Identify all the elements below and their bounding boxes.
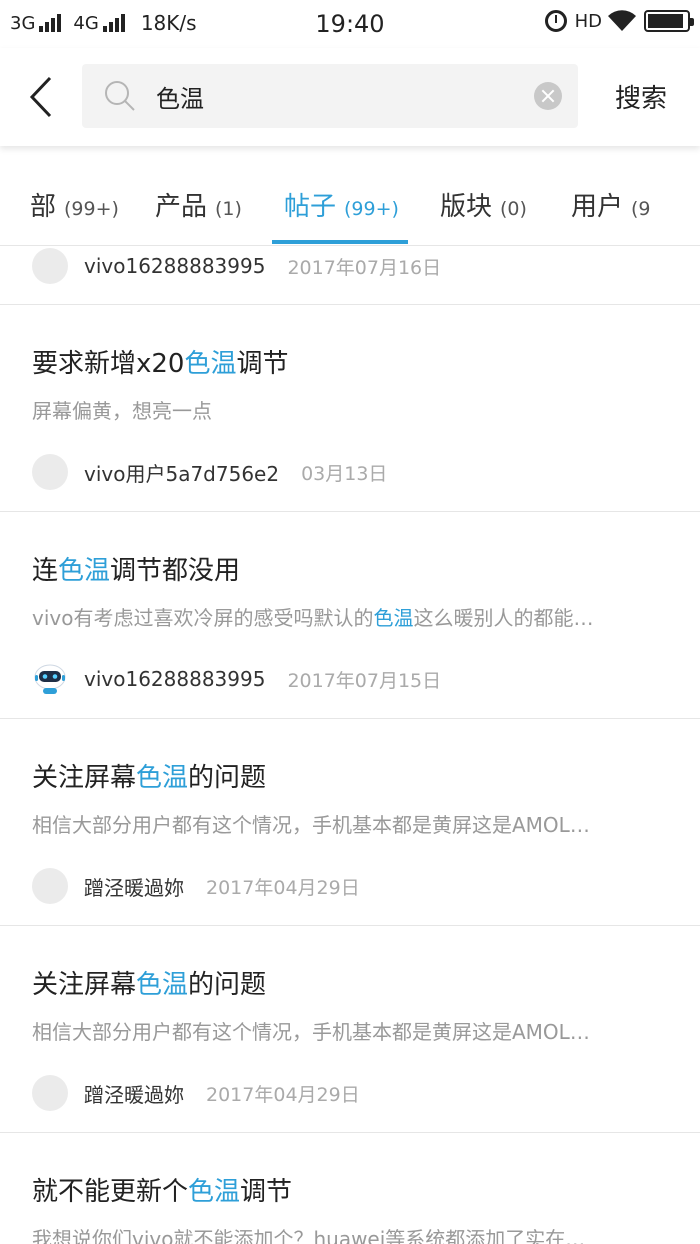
avatar[interactable]	[32, 1075, 68, 1111]
title-text: 连	[32, 556, 59, 586]
search-header: 搜索	[0, 48, 700, 146]
tab-label: 帖子	[284, 192, 337, 222]
clear-search-button[interactable]	[534, 82, 562, 110]
tab-count: (99+)	[64, 198, 119, 220]
post-title[interactable]: 要求新增x20色温调节	[32, 343, 672, 380]
title-text: 调节都没用	[110, 556, 241, 586]
post-excerpt: vivo有考虑过喜欢冷屏的感受吗默认的色温这么暖别人的都能…	[32, 602, 672, 631]
post-item[interactable]: 关注屏幕色温的问题 相信大部分用户都有这个情况，手机基本都是黄屏这是AMOL… …	[0, 719, 700, 926]
author-name[interactable]: vivo16288883995	[84, 667, 265, 691]
post-item[interactable]: 关注屏幕色温的问题 相信大部分用户都有这个情况，手机基本都是黄屏这是AMOL… …	[0, 926, 700, 1133]
avatar[interactable]	[32, 868, 68, 904]
tab-label: 产品	[155, 192, 208, 222]
title-highlight: 色温	[58, 556, 111, 586]
author-row: 蹭泾暖過妳 2017年04月29日	[32, 1074, 360, 1112]
post-date: 2017年04月29日	[206, 876, 360, 899]
battery-level	[648, 14, 683, 28]
title-text: 就不能更新个	[32, 1177, 189, 1207]
post-title[interactable]: 关注屏幕色温的问题	[32, 757, 672, 794]
excerpt-text: 这么暖别人的都能…	[413, 606, 594, 630]
back-arrow-icon	[29, 76, 52, 118]
post-item[interactable]: 就不能更新个色温调节 我想说你们vivo就不能添加个？huawei等系统都添加了…	[0, 1133, 700, 1244]
author-name[interactable]: vivo16288883995	[84, 254, 265, 278]
tab-users[interactable]: 用户 (9	[571, 186, 651, 223]
post-item[interactable]: 要求新增x20色温调节 屏幕偏黄，想亮一点 vivo用户5a7d756e2 03…	[0, 305, 700, 512]
post-list: vivo16288883995 2017年07月16日 要求新增x20色温调节 …	[0, 247, 700, 1244]
excerpt-text: 相信大部分用户都有这个情况，手机基本都是黄屏这是AMOL…	[32, 1020, 590, 1044]
author-row: vivo16288883995 2017年07月16日	[32, 247, 441, 285]
search-box[interactable]	[82, 64, 578, 128]
post-item[interactable]: 连色温调节都没用 vivo有考虑过喜欢冷屏的感受吗默认的色温这么暖别人的都能… …	[0, 512, 700, 719]
title-text: 关注屏幕	[32, 763, 137, 793]
title-text: 的问题	[188, 970, 267, 1000]
search-input[interactable]	[156, 78, 516, 114]
excerpt-text: 我想说你们vivo就不能添加个？huawei等系统都添加了实在…	[32, 1227, 586, 1244]
excerpt-highlight: 色温	[373, 606, 414, 630]
tab-label: 版块	[440, 192, 493, 222]
post-excerpt: 相信大部分用户都有这个情况，手机基本都是黄屏这是AMOL…	[32, 1016, 672, 1045]
tab-count: (0)	[500, 198, 527, 220]
status-right: HD	[544, 10, 694, 32]
avatar[interactable]	[32, 248, 68, 284]
alarm-icon	[544, 10, 567, 32]
tab-label: 部	[30, 192, 57, 222]
back-button[interactable]	[22, 72, 62, 122]
tab-count: (9	[631, 198, 651, 220]
title-text: 调节	[236, 349, 289, 379]
tab-posts[interactable]: 帖子 (99+)	[284, 186, 399, 223]
tab-all[interactable]: 部 (99+)	[30, 186, 119, 223]
title-text: 关注屏幕	[32, 970, 137, 1000]
tab-boards[interactable]: 版块 (0)	[440, 186, 527, 223]
post-excerpt: 我想说你们vivo就不能添加个？huawei等系统都添加了实在…	[32, 1223, 672, 1244]
active-tab-indicator	[272, 240, 408, 244]
post-date: 03月13日	[301, 462, 388, 485]
search-icon	[105, 81, 135, 111]
excerpt-text: 相信大部分用户都有这个情况，手机基本都是黄屏这是AMOL…	[32, 813, 590, 837]
post-excerpt: 屏幕偏黄，想亮一点	[32, 395, 672, 424]
result-tabs: 部 (99+) 产品 (1) 帖子 (99+) 版块 (0) 用户 (9	[0, 146, 700, 246]
hd-label: HD	[574, 10, 602, 32]
post-date: 2017年07月15日	[287, 669, 442, 692]
title-text: 要求新增x20	[32, 349, 185, 379]
post-title[interactable]: 关注屏幕色温的问题	[32, 964, 672, 1001]
excerpt-text: vivo有考虑过喜欢冷屏的感受吗默认的	[32, 606, 374, 630]
author-name[interactable]: vivo用户5a7d756e2	[84, 458, 279, 487]
tab-count: (99+)	[344, 198, 399, 220]
search-button[interactable]: 搜索	[600, 78, 682, 115]
post-title[interactable]: 连色温调节都没用	[32, 550, 672, 587]
tab-label: 用户	[571, 192, 624, 222]
title-highlight: 色温	[136, 763, 189, 793]
title-highlight: 色温	[136, 970, 189, 1000]
author-row: vivo用户5a7d756e2 03月13日	[32, 453, 387, 491]
author-name[interactable]: 蹭泾暖過妳	[84, 1079, 184, 1108]
wifi-icon	[608, 10, 636, 32]
status-bar: 3G 4G 18K/s 19:40 HD	[0, 0, 700, 48]
tab-products[interactable]: 产品 (1)	[155, 186, 242, 223]
robot-avatar-icon[interactable]	[32, 661, 68, 697]
post-excerpt: 相信大部分用户都有这个情况，手机基本都是黄屏这是AMOL…	[32, 809, 672, 838]
post-date: 2017年07月16日	[287, 256, 442, 279]
post-item[interactable]: vivo16288883995 2017年07月16日	[0, 247, 700, 305]
title-text: 的问题	[188, 763, 267, 793]
post-title[interactable]: 就不能更新个色温调节	[32, 1171, 672, 1208]
title-text: 调节	[240, 1177, 293, 1207]
excerpt-text: 屏幕偏黄，想亮一点	[32, 399, 212, 423]
avatar[interactable]	[32, 454, 68, 490]
title-highlight: 色温	[188, 1177, 241, 1207]
author-name[interactable]: 蹭泾暖過妳	[84, 872, 184, 901]
tab-count: (1)	[215, 198, 242, 220]
title-highlight: 色温	[184, 349, 237, 379]
post-date: 2017年04月29日	[206, 1083, 360, 1106]
author-row: 蹭泾暖過妳 2017年04月29日	[32, 867, 360, 905]
author-row: vivo16288883995 2017年07月15日	[32, 660, 441, 698]
battery-icon	[644, 10, 694, 32]
